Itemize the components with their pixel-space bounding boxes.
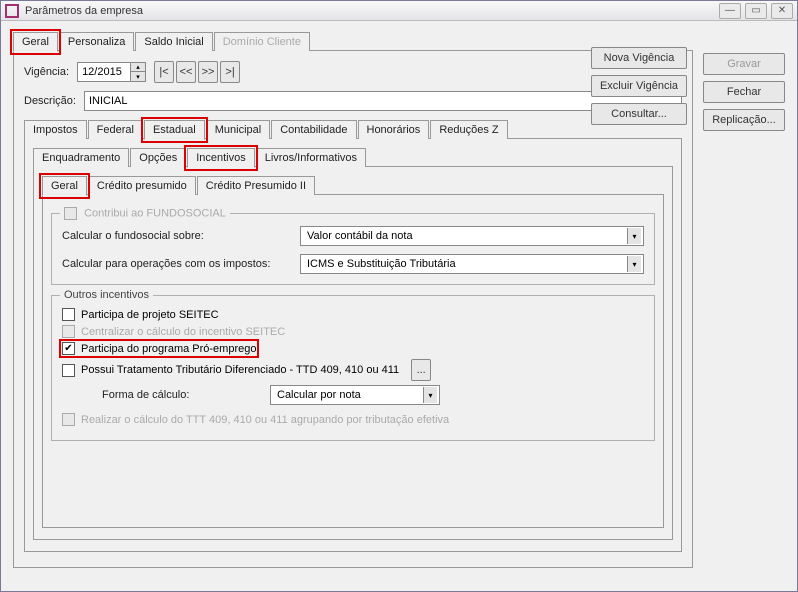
tab-incentivos[interactable]: Incentivos [187, 148, 255, 168]
fundosocial-impostos-value: ICMS e Substituição Tributária [307, 258, 456, 270]
descricao-label: Descrição: [24, 95, 76, 107]
tab-dominio-cliente: Domínio Cliente [214, 32, 310, 51]
estadual-tabstrip: Enquadramento Opções Incentivos Livros/I… [33, 148, 673, 167]
nav-last-button[interactable]: >| [220, 61, 240, 83]
tab-incentivos-geral[interactable]: Geral [42, 176, 87, 196]
tab-saldo-inicial[interactable]: Saldo Inicial [135, 32, 212, 51]
tab-geral[interactable]: Geral [13, 32, 58, 52]
consultar-button[interactable]: Consultar... [591, 103, 687, 125]
ttd-label: Possui Tratamento Tributário Diferenciad… [81, 364, 399, 376]
estadual-panel: Geral Crédito presumido Crédito Presumid… [33, 166, 673, 540]
chevron-down-icon: ▾ [627, 228, 641, 244]
tab-enquadramento[interactable]: Enquadramento [33, 148, 129, 167]
excluir-vigencia-button[interactable]: Excluir Vigência [591, 75, 687, 97]
impostos-tabstrip: Impostos Federal Estadual Municipal Cont… [24, 120, 682, 139]
vigencia-actions: Nova Vigência Excluir Vigência Consultar… [591, 47, 687, 125]
fechar-button[interactable]: Fechar [703, 81, 785, 103]
nav-first-button[interactable]: |< [154, 61, 174, 83]
tab-impostos[interactable]: Impostos [24, 120, 87, 139]
fundosocial-title: Contribui ao FUNDOSOCIAL [84, 207, 226, 219]
ttd-checkbox[interactable] [62, 364, 75, 377]
forma-calculo-label: Forma de cálculo: [102, 389, 262, 401]
maximize-button[interactable]: ▭ [745, 3, 767, 19]
fundosocial-sobre-value: Valor contábil da nota [307, 230, 413, 242]
tab-livros-informativos[interactable]: Livros/Informativos [256, 148, 366, 167]
chevron-down-icon: ▾ [627, 256, 641, 272]
titlebar: Parâmetros da empresa — ▭ ✕ [1, 1, 797, 21]
incentivos-tabstrip: Geral Crédito presumido Crédito Presumid… [42, 176, 664, 195]
vigencia-label: Vigência: [24, 66, 69, 78]
tab-honorarios[interactable]: Honorários [358, 120, 430, 139]
vigencia-input[interactable] [78, 63, 130, 81]
gravar-button[interactable]: Gravar [703, 53, 785, 75]
outros-incentivos-group: Outros incentivos Participa de projeto S… [51, 295, 655, 441]
tab-credito-presumido-2[interactable]: Crédito Presumido II [197, 176, 315, 195]
pro-emprego-label: Participa do programa Pró-emprego [81, 343, 256, 355]
centralizar-seitec-checkbox [62, 325, 75, 338]
tab-credito-presumido[interactable]: Crédito presumido [88, 176, 196, 195]
tab-opcoes[interactable]: Opções [130, 148, 186, 167]
centralizar-seitec-label: Centralizar o cálculo do incentivo SEITE… [81, 326, 285, 338]
seitec-checkbox[interactable] [62, 308, 75, 321]
fundosocial-impostos-select[interactable]: ICMS e Substituição Tributária ▾ [300, 254, 644, 274]
close-button[interactable]: ✕ [771, 3, 793, 19]
pro-emprego-checkbox[interactable]: ✔ [62, 342, 75, 355]
forma-calculo-value: Calcular por nota [277, 389, 361, 401]
incentivos-panel: Contribui ao FUNDOSOCIAL Calcular o fund… [42, 194, 664, 528]
replicacao-button[interactable]: Replicação... [703, 109, 785, 131]
fundosocial-checkbox [64, 207, 77, 220]
fundosocial-sobre-select[interactable]: Valor contábil da nota ▾ [300, 226, 644, 246]
impostos-panel: Enquadramento Opções Incentivos Livros/I… [24, 138, 682, 552]
fundosocial-check-row: Contribui ao FUNDOSOCIAL [60, 207, 230, 220]
forma-calculo-select[interactable]: Calcular por nota ▾ [270, 385, 440, 405]
fundosocial-group: Contribui ao FUNDOSOCIAL Calcular o fund… [51, 213, 655, 285]
outros-title: Outros incentivos [60, 289, 153, 301]
window: Parâmetros da empresa — ▭ ✕ Geral Person… [0, 0, 798, 592]
vigencia-spin-up[interactable]: ▴ [131, 63, 145, 72]
ttt-agrupar-label: Realizar o cálculo do TTT 409, 410 ou 41… [81, 414, 449, 426]
tab-federal[interactable]: Federal [88, 120, 143, 139]
tab-personaliza[interactable]: Personaliza [59, 32, 134, 51]
tab-municipal[interactable]: Municipal [206, 120, 270, 139]
nova-vigencia-button[interactable]: Nova Vigência [591, 47, 687, 69]
tab-contabilidade[interactable]: Contabilidade [271, 120, 356, 139]
fundosocial-impostos-label: Calcular para operações com os impostos: [62, 258, 292, 270]
tab-reducoes-z[interactable]: Reduções Z [430, 120, 507, 139]
chevron-down-icon: ▾ [423, 387, 437, 403]
minimize-button[interactable]: — [719, 3, 741, 19]
ttd-browse-button[interactable]: ... [411, 359, 431, 381]
app-icon [5, 4, 19, 18]
fundosocial-sobre-label: Calcular o fundosocial sobre: [62, 230, 292, 242]
nav-prev-button[interactable]: << [176, 61, 196, 83]
nav-next-button[interactable]: >> [198, 61, 218, 83]
vigencia-spin-down[interactable]: ▾ [131, 72, 145, 81]
tab-estadual[interactable]: Estadual [144, 120, 205, 140]
main-panel: Vigência: ▴ ▾ |< << >> >| [13, 50, 693, 568]
vigencia-field[interactable]: ▴ ▾ [77, 62, 146, 82]
seitec-label: Participa de projeto SEITEC [81, 309, 219, 321]
window-title: Parâmetros da empresa [25, 5, 143, 17]
ttt-agrupar-checkbox [62, 413, 75, 426]
